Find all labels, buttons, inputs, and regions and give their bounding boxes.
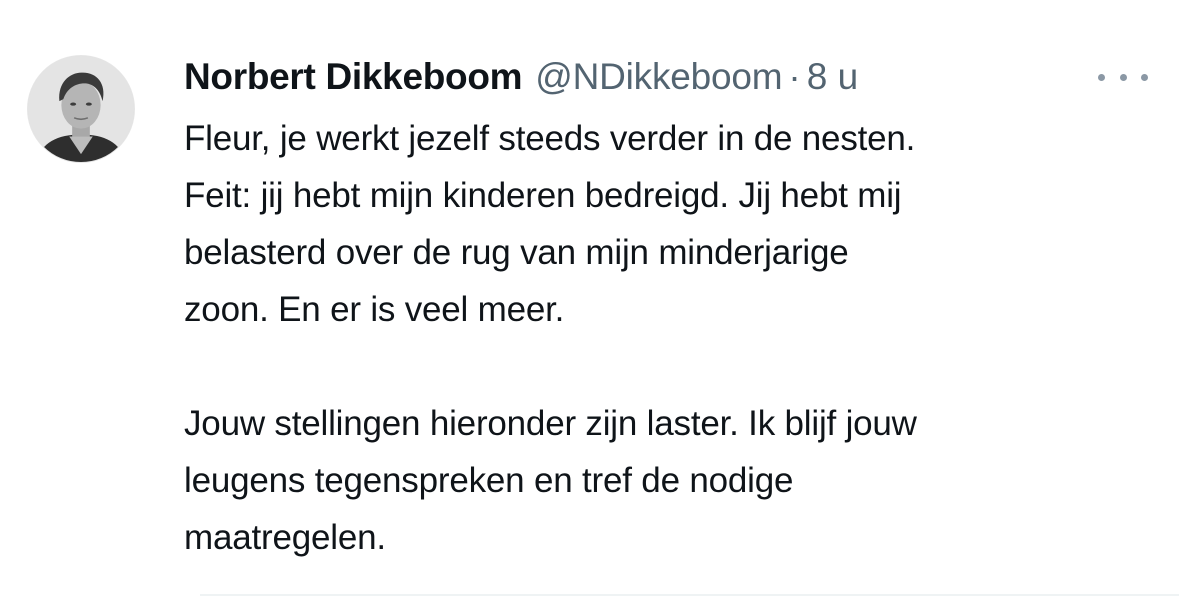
- tweet-paragraph: Jouw stellingen hieronder zijn laster. I…: [184, 404, 917, 557]
- tweet-header: Norbert Dikkeboom @NDikkeboom · 8 u: [184, 52, 858, 102]
- more-dot: [1098, 73, 1105, 81]
- author-name[interactable]: Norbert Dikkeboom: [184, 52, 523, 102]
- tweet-timestamp[interactable]: 8 u: [807, 52, 858, 102]
- author-handle[interactable]: @NDikkeboom: [535, 52, 782, 102]
- tweet-text: Fleur, je werkt jezelf steeds verder in …: [184, 110, 1159, 566]
- more-dot: [1119, 73, 1127, 81]
- more-horizontal-icon[interactable]: [1098, 70, 1148, 84]
- avatar-photo: [28, 56, 134, 162]
- tweet[interactable]: Norbert Dikkeboom @NDikkeboom · 8 u Fleu…: [0, 0, 1179, 596]
- separator-dot: ·: [788, 56, 801, 97]
- avatar[interactable]: [27, 55, 135, 163]
- more-dot: [1141, 73, 1148, 81]
- tweet-paragraph: Fleur, je werkt jezelf steeds verder in …: [184, 119, 916, 329]
